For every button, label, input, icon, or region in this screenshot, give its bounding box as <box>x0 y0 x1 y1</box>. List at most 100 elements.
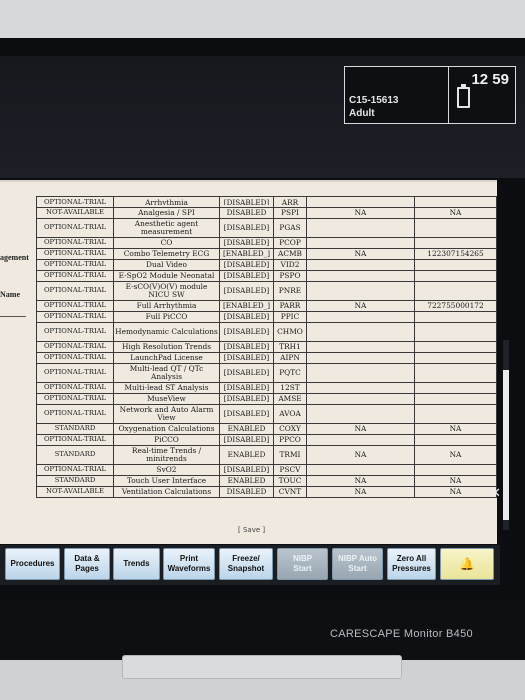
value2-cell <box>414 341 497 353</box>
state-cell: [DISABLED] <box>219 218 274 238</box>
state-cell: [DISABLED] <box>219 382 274 394</box>
code-cell: ACMB <box>273 248 307 260</box>
table-row: OPTIONAL-TRIAL Full PiCCO [DISABLED] PPIC <box>36 311 497 323</box>
status-cell: OPTIONAL-TRIAL <box>36 311 114 323</box>
value1-cell <box>306 363 415 383</box>
value2-cell <box>414 322 497 342</box>
menu-button-print-waveforms[interactable]: Print Waveforms <box>163 548 215 580</box>
feature-name-cell: Analgesia / SPI <box>113 207 220 219</box>
state-cell: [DISABLED] <box>219 311 274 323</box>
status-cell: OPTIONAL-TRIAL <box>36 404 114 424</box>
table-row: NOT-AVAILABLE Ventilation Calculations DIS… <box>36 486 497 498</box>
scrollbar[interactable] <box>503 340 509 530</box>
menu-button-nibp-auto-start[interactable]: NIBP Auto Start <box>332 548 383 580</box>
state-cell: [DISABLED] <box>219 196 274 208</box>
side-label-management: agement <box>0 253 29 262</box>
menu-button-zero-all-pressures[interactable]: Zero All Pressures <box>387 548 436 580</box>
save-button[interactable]: [ Save ] <box>238 526 265 534</box>
code-cell: TRH1 <box>273 341 307 353</box>
table-row: NOT-AVAILABLE Analgesia / SPI DISABLED PSPI… <box>36 207 497 219</box>
feature-name-cell: Arrhythmia <box>113 196 220 208</box>
status-cell: OPTIONAL-TRIAL <box>36 281 114 301</box>
table-row: OPTIONAL-TRIAL PiCCO [DISABLED] PPCO <box>36 434 497 446</box>
feature-name-cell: CO <box>113 237 220 249</box>
feature-name-cell: Anesthetic agent measurement <box>113 218 220 238</box>
value1-cell <box>306 270 415 282</box>
table-row: OPTIONAL-TRIAL Network and Auto Alarm Vie… <box>36 404 497 424</box>
scrollbar-thumb[interactable] <box>503 370 509 520</box>
value1-cell: NA <box>306 445 415 465</box>
battery-icon <box>457 84 470 108</box>
truncated-text: Arrhythmia <box>145 199 188 205</box>
table-row: STANDARD Touch User Interface ENABLED TOUC N… <box>36 475 497 487</box>
code-cell: PQTC <box>273 363 307 383</box>
patient-info-box[interactable]: C15-15613 Adult <box>344 66 450 124</box>
code-cell: CHMO <box>273 322 307 342</box>
status-cell: OPTIONAL-TRIAL <box>36 270 114 282</box>
state-cell: ENABLED <box>219 445 274 465</box>
value2-cell <box>414 382 497 394</box>
table-row: OPTIONAL-TRIAL Anesthetic agent measureme… <box>36 218 497 238</box>
state-cell: [DISABLED] <box>219 434 274 446</box>
menu-button-procedures[interactable]: Procedures <box>5 548 60 580</box>
feature-name-cell: LaunchPad License <box>113 352 220 364</box>
close-icon[interactable]: ✕ <box>490 486 501 501</box>
state-cell: [ENABLED_] <box>219 248 274 260</box>
status-cell: STANDARD <box>36 445 114 465</box>
side-divider <box>0 316 26 317</box>
state-cell: ENABLED <box>219 475 274 487</box>
status-cell: OPTIONAL-TRIAL <box>36 341 114 353</box>
value2-cell <box>414 270 497 282</box>
menu-button-data-pages[interactable]: Data & Pages <box>64 548 110 580</box>
feature-name-cell: High Resolution Trends <box>113 341 220 353</box>
feature-name-cell: Real-time Trends / minitrends <box>113 445 220 465</box>
code-cell: COXY <box>273 423 307 435</box>
value1-cell <box>306 311 415 323</box>
feature-name-cell: Multi-lead QT / QTc Analysis <box>113 363 220 383</box>
feature-name-cell: Ventilation Calculations <box>113 486 220 498</box>
table-row: STANDARD Real-time Trends / minitrends ENA… <box>36 445 497 465</box>
device-top-case <box>0 0 525 42</box>
value2-cell <box>414 237 497 249</box>
value1-cell: NA <box>306 300 415 312</box>
status-cell: OPTIONAL-TRIAL <box>36 363 114 383</box>
state-cell: [DISABLED] <box>219 237 274 249</box>
menu-button-freeze-snapshot[interactable]: Freeze/ Snapshot <box>219 548 273 580</box>
table-row: OPTIONAL-TRIAL Dual Video [DISABLED] VID2 <box>36 259 497 271</box>
status-cell: OPTIONAL-TRIAL <box>36 196 114 208</box>
value1-cell <box>306 352 415 364</box>
state-cell: [DISABLED] <box>219 404 274 424</box>
state-cell: [DISABLED] <box>219 393 274 405</box>
state-cell: [DISABLED] <box>219 270 274 282</box>
patient-type: Adult <box>349 108 375 119</box>
state-cell: [DISABLED] <box>219 259 274 271</box>
state-cell: [DISABLED] <box>219 363 274 383</box>
license-table: OPTIONAL-TRIAL Arrhythmia [DISABLED] ARR NOT… <box>36 196 497 498</box>
clock-box: 12 59 <box>448 66 516 124</box>
feature-name-cell: Dual Video <box>113 259 220 271</box>
feature-name-cell: Multi-lead ST Analysis <box>113 382 220 394</box>
code-cell: CVNT <box>273 486 307 498</box>
truncated-text <box>416 199 495 205</box>
state-cell: DISABLED <box>219 486 274 498</box>
value1-cell <box>306 393 415 405</box>
code-cell: PPCO <box>273 434 307 446</box>
code-cell: VID2 <box>273 259 307 271</box>
code-cell: AMSE <box>273 393 307 405</box>
table-row: OPTIONAL-TRIAL Combo Telemetry ECG [ENABLE… <box>36 248 497 260</box>
feature-name-cell: Oxygenation Calculations <box>113 423 220 435</box>
table-row: OPTIONAL-TRIAL Hemodynamic Calculations [D… <box>36 322 497 342</box>
table-row: OPTIONAL-TRIAL E-SpO2 Module Neonatal [DIS… <box>36 270 497 282</box>
value2-cell <box>414 259 497 271</box>
table-row: OPTIONAL-TRIAL E-sCO(V)O(V) module NICU S… <box>36 281 497 301</box>
alarm-bell-button[interactable]: 🔔 <box>440 548 494 580</box>
table-row: OPTIONAL-TRIAL Full Arrhythmia [ENABLED_] P… <box>36 300 497 312</box>
feature-name-cell: Full Arrhythmia <box>113 300 220 312</box>
status-cell: OPTIONAL-TRIAL <box>36 393 114 405</box>
menu-button-trends[interactable]: Trends <box>113 548 160 580</box>
state-cell: ENABLED <box>219 423 274 435</box>
state-cell: [DISABLED] <box>219 322 274 342</box>
value1-cell: NA <box>306 486 415 498</box>
value2-cell: NA <box>414 207 497 219</box>
menu-button-nibp-start[interactable]: NIBP Start <box>277 548 328 580</box>
